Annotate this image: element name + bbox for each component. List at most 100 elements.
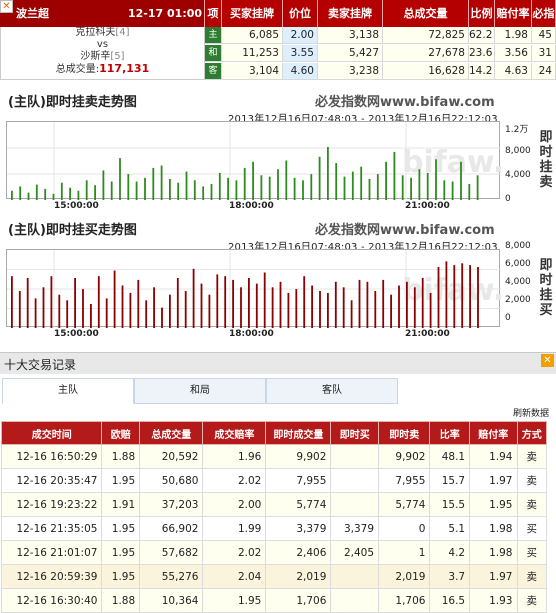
index: 31 (532, 45, 556, 62)
odds-row: 和 11,253 3.55 5,427 27,678 23.6 3.56 31 (205, 45, 556, 62)
chart-bar (468, 184, 471, 200)
cell-odds: 2.00 (202, 492, 267, 517)
cell-sell: 9,902 (377, 444, 431, 469)
cell-total: 66,902 (139, 516, 204, 541)
chart-bar (82, 289, 84, 328)
column-header[interactable]: 即时成交量 (265, 421, 332, 445)
tab-draw[interactable]: 和局 (134, 378, 266, 404)
chart-bar (153, 287, 155, 328)
away-team[interactable]: 沙斯辛 (80, 51, 110, 62)
col-header-item: 项 (205, 0, 222, 27)
y-tick: 8,000 (505, 146, 531, 156)
chart-bar (127, 174, 130, 200)
ratio: 14.2 (469, 63, 495, 80)
match-time: 12-17 01:00 (128, 7, 203, 20)
chart-bar (287, 292, 290, 328)
chart-bar (243, 167, 246, 200)
cell-total: 55,276 (139, 564, 204, 589)
y-tick: 1.2万 (505, 125, 529, 135)
column-header[interactable]: 赔付率 (469, 421, 518, 445)
y-tick: 4,000 (505, 170, 531, 180)
chart-bar (240, 287, 242, 328)
total-volume: 27,678 (383, 45, 469, 62)
price: 2.00 (283, 27, 318, 44)
cell-odds: 1.99 (202, 516, 267, 541)
home-team[interactable]: 克拉科夫 (75, 27, 115, 38)
column-header[interactable]: 成交时间 (0, 421, 103, 445)
cell-euro: 1.95 (101, 516, 141, 541)
buy-volume: 3,104 (222, 63, 283, 80)
chart-bar (366, 281, 369, 328)
cell-time: 12-16 21:35:05 (0, 516, 103, 541)
table-row: 12-16 16:30:40 1.88 10,364 1.95 1,706 1,706 16… (0, 588, 547, 613)
chart-bar (285, 160, 288, 200)
row-label: 和 (205, 45, 222, 62)
tab-home[interactable]: 主队 (2, 378, 134, 404)
chart-bar (460, 161, 462, 200)
cell-total: 57,682 (139, 540, 204, 565)
cell-instant: 1,706 (265, 588, 332, 613)
chart-side-title: 即时挂卖 (539, 130, 553, 190)
home-rank: [4] (115, 27, 130, 38)
chart-bar (453, 265, 456, 328)
chart-bar (218, 172, 221, 200)
column-header[interactable]: 欧赔 (101, 421, 141, 445)
chart-bar (421, 278, 424, 328)
column-header[interactable]: 总成交量 (139, 421, 204, 445)
cell-buy (330, 444, 379, 469)
total-volume-label: 总成交量: (55, 64, 100, 75)
chart-bar (161, 307, 163, 328)
team-info: 克拉科夫[4] vs 沙斯辛[5] 总成交量:117,131 (0, 27, 205, 80)
chart-bar (50, 276, 53, 328)
chart-bar (413, 287, 416, 328)
refresh-link[interactable]: 刷新数据 (513, 406, 549, 419)
chart-bar (160, 165, 163, 200)
cell-payout: 1.98 (469, 540, 518, 565)
chart-bar (358, 279, 361, 328)
cell-odds: 1.96 (202, 444, 267, 469)
total-volume: 16,628 (383, 63, 469, 80)
chart-bar (279, 281, 282, 328)
cell-mode: 卖 (516, 492, 547, 517)
chart-bar (145, 300, 148, 328)
chart-bar (177, 182, 180, 200)
tab-away[interactable]: 客队 (266, 378, 398, 404)
table-row: 12-16 20:35:47 1.95 50,680 2.02 7,955 7,955 15… (0, 468, 547, 493)
column-header[interactable]: 方式 (516, 421, 547, 445)
chart-bar (255, 283, 258, 328)
chart-bar (302, 180, 304, 200)
sell-bars: bifaw.com (7, 122, 501, 200)
odds-row: 客 3,104 4.60 3,238 16,628 14.2 4.63 24 (205, 63, 556, 80)
cell-mode: 卖 (516, 444, 547, 469)
cell-total: 50,680 (139, 468, 204, 493)
col-header-total: 总成交量 (383, 0, 469, 27)
sell-volume: 3,138 (318, 27, 383, 44)
column-header[interactable]: 比率 (429, 421, 471, 445)
chart-bar (121, 285, 124, 328)
chart-bar (435, 159, 437, 200)
close-icon[interactable]: ✕ (541, 354, 554, 367)
ratio: 62.2 (469, 27, 495, 44)
col-header-payout: 赔付率 (495, 0, 532, 27)
chart-bar (426, 172, 429, 200)
chart-bar (192, 268, 195, 328)
collapse-icon[interactable]: ✕ (0, 0, 13, 13)
chart-bar (268, 176, 271, 200)
chart-bar (34, 298, 37, 328)
chart-bar (58, 294, 61, 328)
table-row: 12-16 21:01:07 1.95 57,682 2.02 2,406 2,405 1 4… (0, 540, 547, 565)
chart-bar (248, 278, 250, 328)
chart-bar (66, 300, 69, 328)
buy-volume: 11,253 (222, 45, 283, 62)
chart-bar (461, 263, 464, 328)
col-header-index: 必指 (532, 0, 556, 27)
column-header[interactable]: 即时买 (330, 421, 379, 445)
cell-time: 12-16 16:30:40 (0, 588, 103, 613)
chart-bar (429, 292, 432, 328)
chart-bar (232, 279, 234, 328)
column-header[interactable]: 即时卖 (377, 421, 431, 445)
cell-time: 12-16 19:23:22 (0, 492, 103, 517)
price: 3.55 (283, 45, 318, 62)
column-header[interactable]: 成交赔率 (202, 421, 267, 445)
cell-buy: 2,405 (330, 540, 379, 565)
